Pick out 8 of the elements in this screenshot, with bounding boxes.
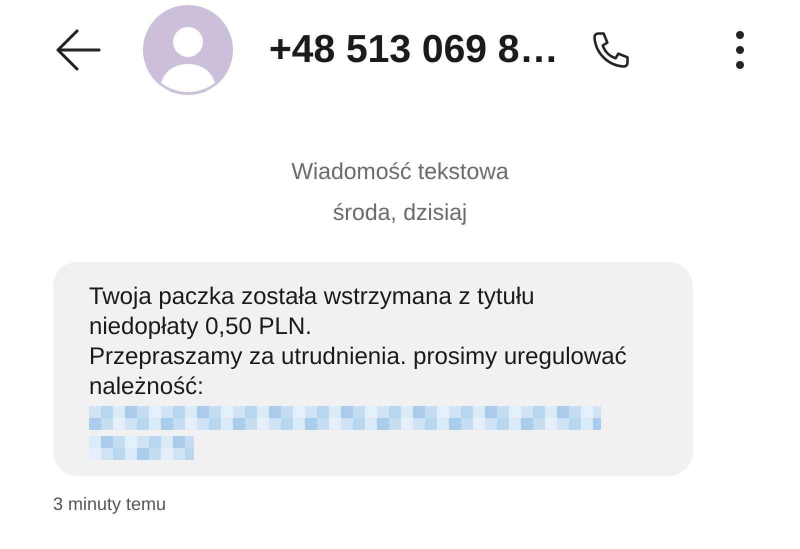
message-text: Twoja paczka została wstrzymana z tytułu niedopłaty 0,50 PLN. Przepraszamy za utrudnienia. prosimy uregulować należność: [89, 282, 628, 402]
message-type-label: Wiadomość tekstowa [291, 157, 509, 186]
message-time: 3 minuty temu [53, 493, 168, 516]
avatar-icon [143, 5, 233, 95]
back-arrow-icon[interactable] [55, 29, 101, 71]
contact-title: +48 513 069 8… [269, 26, 558, 73]
date-label: środa, dzisiaj [332, 198, 468, 227]
more-options-icon[interactable] [735, 30, 745, 70]
